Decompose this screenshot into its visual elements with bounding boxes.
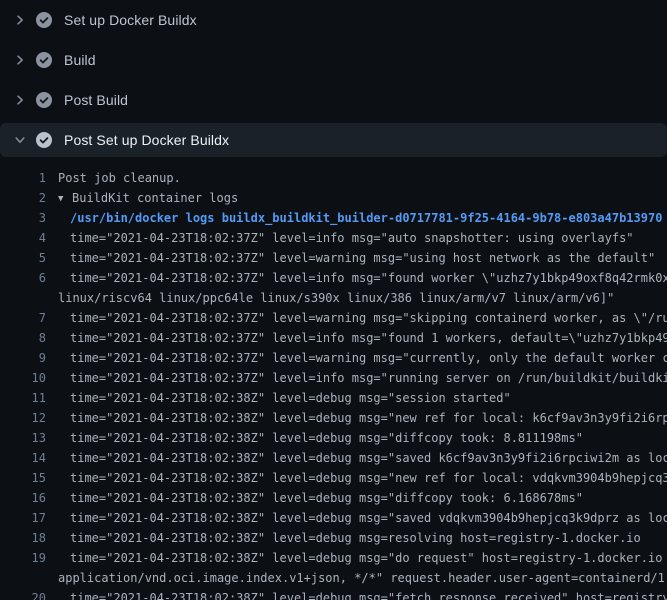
log-line-text: time="2021-04-23T18:02:38Z" level=debug …: [70, 488, 667, 508]
log-line-number[interactable]: 9: [0, 348, 46, 368]
log-line: 19 time="2021-04-23T18:02:38Z" level=deb…: [0, 548, 667, 568]
log-line-number[interactable]: 14: [0, 448, 46, 468]
log-line-number[interactable]: 15: [0, 468, 46, 488]
log-line: 14 time="2021-04-23T18:02:38Z" level=deb…: [0, 448, 667, 468]
log-line-number[interactable]: 7: [0, 308, 46, 328]
log-line: 8 time="2021-04-23T18:02:37Z" level=info…: [0, 328, 667, 348]
log-line-number[interactable]: 18: [0, 528, 46, 548]
log-line-text: time="2021-04-23T18:02:38Z" level=debug …: [70, 588, 667, 600]
log-line-text: time="2021-04-23T18:02:38Z" level=debug …: [70, 408, 667, 428]
log-line: 12 time="2021-04-23T18:02:38Z" level=deb…: [0, 408, 667, 428]
log-line-number[interactable]: 8: [0, 328, 46, 348]
log-line: 15 time="2021-04-23T18:02:38Z" level=deb…: [0, 468, 667, 488]
log-line-text: linux/riscv64 linux/ppc64le linux/s390x …: [58, 288, 667, 308]
log-line-number: [0, 568, 46, 588]
log-line-number[interactable]: 3: [0, 208, 46, 228]
log-line: application/vnd.oci.image.index.v1+json,…: [0, 568, 667, 588]
step-row[interactable]: Post Set up Docker Buildx: [0, 123, 667, 157]
log-line-number[interactable]: 12: [0, 408, 46, 428]
log-line: 10 time="2021-04-23T18:02:37Z" level=inf…: [0, 368, 667, 388]
log-line-number[interactable]: 16: [0, 488, 46, 508]
log-line-text: Post job cleanup.: [58, 168, 667, 188]
log-line-text: time="2021-04-23T18:02:38Z" level=debug …: [70, 468, 667, 488]
log-line-text: time="2021-04-23T18:02:38Z" level=debug …: [70, 528, 667, 548]
log-line-text: time="2021-04-23T18:02:37Z" level=info m…: [70, 368, 667, 388]
log-line-number[interactable]: 20: [0, 588, 46, 600]
log-line-number[interactable]: 2: [0, 188, 46, 208]
log-line-number[interactable]: 13: [0, 428, 46, 448]
log-line-text: time="2021-04-23T18:02:38Z" level=debug …: [70, 508, 667, 528]
log-line: 3 /usr/bin/docker logs buildx_buildkit_b…: [0, 208, 667, 228]
group-caret-down-icon[interactable]: ▼: [58, 189, 72, 209]
log-line: 18 time="2021-04-23T18:02:38Z" level=deb…: [0, 528, 667, 548]
steps-list: Set up Docker Buildx Build P: [0, 0, 667, 157]
step-title: Post Build: [64, 92, 128, 108]
log-line: 11 time="2021-04-23T18:02:38Z" level=deb…: [0, 388, 667, 408]
step-title: Build: [64, 52, 96, 68]
group-title[interactable]: BuildKit container logs: [72, 191, 238, 205]
chevron-right-icon: [12, 92, 28, 108]
log-line-number[interactable]: 6: [0, 268, 46, 288]
log-line-number[interactable]: 1: [0, 168, 46, 188]
log-line: 2 ▼BuildKit container logs: [0, 188, 667, 208]
actions-log-viewer: Set up Docker Buildx Build P: [0, 0, 667, 600]
log-line: linux/riscv64 linux/ppc64le linux/s390x …: [0, 288, 667, 308]
log-line: 6 time="2021-04-23T18:02:37Z" level=info…: [0, 268, 667, 288]
log-line: 1 Post job cleanup.: [0, 168, 667, 188]
step-row[interactable]: Post Build: [0, 80, 667, 120]
chevron-right-icon: [12, 52, 28, 68]
log-line: 17 time="2021-04-23T18:02:38Z" level=deb…: [0, 508, 667, 528]
log-line-text: time="2021-04-23T18:02:38Z" level=debug …: [70, 428, 667, 448]
log-line-text: time="2021-04-23T18:02:37Z" level=warnin…: [70, 348, 667, 368]
log-line: 16 time="2021-04-23T18:02:38Z" level=deb…: [0, 488, 667, 508]
log-line-number[interactable]: 4: [0, 228, 46, 248]
step-row[interactable]: Set up Docker Buildx: [0, 0, 667, 40]
log-line: 20 time="2021-04-23T18:02:38Z" level=deb…: [0, 588, 667, 600]
log-line-number[interactable]: 11: [0, 388, 46, 408]
log-line-text: time="2021-04-23T18:02:37Z" level=info m…: [70, 328, 667, 348]
log-line-text: time="2021-04-23T18:02:37Z" level=warnin…: [70, 308, 667, 328]
log-line-text: time="2021-04-23T18:02:38Z" level=debug …: [70, 388, 667, 408]
log-line-text: time="2021-04-23T18:02:37Z" level=info m…: [70, 268, 667, 288]
step-title: Set up Docker Buildx: [64, 12, 197, 28]
chevron-down-icon: [12, 132, 28, 148]
log-line-number[interactable]: 5: [0, 248, 46, 268]
log-line-text: time="2021-04-23T18:02:37Z" level=info m…: [70, 228, 667, 248]
step-title: Post Set up Docker Buildx: [64, 132, 229, 148]
log-lines: 1 Post job cleanup. 2 ▼BuildKit containe…: [0, 160, 667, 600]
check-circle-icon: [36, 92, 52, 108]
log-line: 7 time="2021-04-23T18:02:37Z" level=warn…: [0, 308, 667, 328]
log-line-text: application/vnd.oci.image.index.v1+json,…: [58, 568, 667, 588]
log-line: 4 time="2021-04-23T18:02:37Z" level=info…: [0, 228, 667, 248]
check-circle-icon: [36, 132, 52, 148]
chevron-right-icon: [12, 12, 28, 28]
check-circle-icon: [36, 52, 52, 68]
check-circle-icon: [36, 12, 52, 28]
log-line-number[interactable]: 17: [0, 508, 46, 528]
log-line: 5 time="2021-04-23T18:02:37Z" level=warn…: [0, 248, 667, 268]
log-line-text: /usr/bin/docker logs buildx_buildkit_bui…: [70, 208, 667, 228]
log-line-text: ▼BuildKit container logs: [58, 188, 667, 208]
log-line-number: [0, 288, 46, 308]
log-line-text: time="2021-04-23T18:02:38Z" level=debug …: [70, 548, 667, 568]
log-line-number[interactable]: 19: [0, 548, 46, 568]
step-row[interactable]: Build: [0, 40, 667, 80]
log-line: 9 time="2021-04-23T18:02:37Z" level=warn…: [0, 348, 667, 368]
log-line-number[interactable]: 10: [0, 368, 46, 388]
log-line: 13 time="2021-04-23T18:02:38Z" level=deb…: [0, 428, 667, 448]
log-line-text: time="2021-04-23T18:02:38Z" level=debug …: [70, 448, 667, 468]
log-line-text: time="2021-04-23T18:02:37Z" level=warnin…: [70, 248, 667, 268]
